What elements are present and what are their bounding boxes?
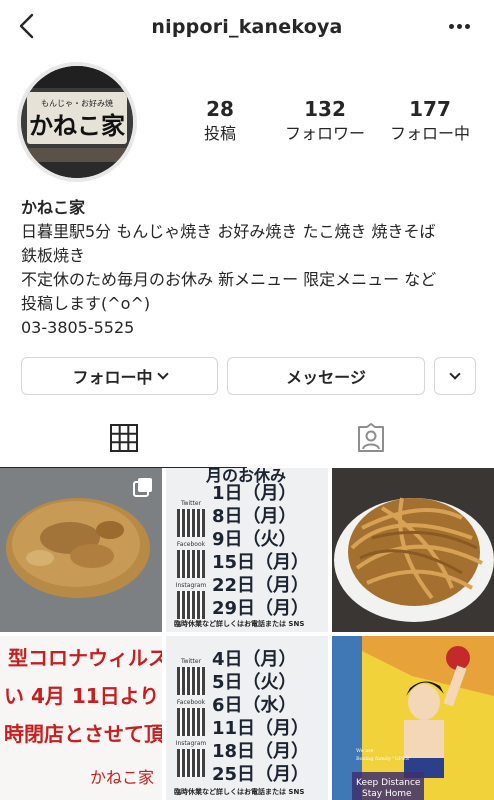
manga-boxer-illustration: We are Boxing family "GPBS" Keep Distanc…	[332, 636, 494, 800]
svg-text:かねこ家: かねこ家	[29, 111, 125, 140]
closed-dates: 4日（月） 5日（火） 6日（水） 11日（月） 18日（月） 25日（月）	[212, 648, 324, 786]
qr-code-icon	[177, 749, 205, 777]
qr-code-icon	[177, 667, 205, 695]
profile-username: nippori_kanekoya	[151, 16, 343, 38]
avatar[interactable]: もんじゃ・お好み焼 かねこ家	[17, 62, 137, 182]
profile-actions: フォロー中 メッセージ	[21, 357, 476, 395]
suggested-accounts-button[interactable]	[434, 357, 476, 395]
profile-tabs	[0, 408, 494, 468]
date-line: 9日（火）	[212, 529, 297, 550]
qr-codes: Twitter Facebook Instagram	[174, 658, 208, 781]
tagged-person-icon	[357, 423, 384, 452]
message-button[interactable]: メッセージ	[227, 357, 425, 395]
qr-label: Instagram	[175, 740, 207, 747]
date-line: 25日（月）	[212, 764, 310, 785]
tab-posts-grid[interactable]	[0, 408, 247, 468]
stat-label: 投稿	[203, 124, 236, 143]
stat-label: フォロワー	[284, 124, 365, 143]
qr-code-icon	[177, 591, 205, 619]
more-horizontal-icon	[448, 23, 454, 29]
qr-label: Facebook	[176, 699, 206, 706]
date-line: 22日（月）	[212, 575, 310, 596]
top-bar: nippori_kanekoya	[0, 0, 494, 52]
qr-code-icon	[177, 708, 205, 736]
qr-label: Instagram	[175, 582, 207, 589]
schedule-image: 月のお休み Twitter Facebook Instagram 1日（月） 8…	[166, 468, 328, 632]
bio-line: 鉄板焼き	[21, 246, 86, 265]
stat-label: フォロー中	[389, 124, 470, 143]
stat-value: 28	[206, 97, 234, 121]
qr-label: Facebook	[176, 541, 206, 548]
chevron-down-icon	[449, 367, 461, 380]
profile-display-name: かねこ家	[21, 198, 86, 217]
tab-tagged[interactable]	[247, 408, 494, 468]
date-line: 15日（月）	[212, 552, 310, 573]
stat-value: 177	[409, 97, 451, 121]
manga-caption: Keep Distance	[356, 778, 421, 788]
manga-text-line: Boxing family "GPBS"	[356, 756, 411, 762]
notice-line: 型コロナウィルス	[8, 646, 162, 670]
schedule-image: Twitter Facebook Instagram 4日（月） 5日（火） 6…	[166, 636, 328, 800]
date-line: 5日（火）	[212, 672, 297, 693]
notice-signature: かねこ家	[89, 768, 154, 787]
post-tile-schedule-1[interactable]: 月のお休み Twitter Facebook Instagram 1日（月） 8…	[166, 468, 328, 632]
profile-bio: かねこ家 日暮里駅5分 もんじゃ焼き お好み焼き たこ焼き 焼きそば 鉄板焼き …	[21, 196, 481, 340]
following-count[interactable]: 177 フォロー中	[380, 97, 480, 147]
date-line: 29日（月）	[212, 598, 310, 619]
qr-codes: Twitter Facebook Instagram	[174, 500, 208, 623]
yakisoba-photo	[332, 468, 494, 632]
post-tile-yakisoba[interactable]	[332, 468, 494, 632]
following-label: フォロー中	[72, 368, 153, 387]
chevron-down-icon	[156, 367, 169, 380]
grid-icon	[109, 424, 138, 452]
qr-code-icon	[177, 509, 205, 537]
bio-line: 日暮里駅5分 もんじゃ焼き お好み焼き たこ焼き 焼きそば	[21, 222, 436, 241]
bio-line: 不定休のため毎月のお休み 新メニュー 限定メニュー など	[21, 270, 437, 289]
avatar-image: もんじゃ・お好み焼 かねこ家	[21, 66, 133, 178]
closed-dates: 1日（月） 8日（月） 9日（火） 15日（月） 22日（月） 29日（月）	[212, 482, 324, 620]
manga-text-line: We are	[356, 748, 374, 754]
post-tile-manga[interactable]: We are Boxing family "GPBS" Keep Distanc…	[332, 636, 494, 800]
svg-text:もんじゃ・お好み焼: もんじゃ・お好み焼	[41, 98, 113, 108]
post-tile-schedule-2[interactable]: Twitter Facebook Instagram 4日（月） 5日（火） 6…	[166, 636, 328, 800]
notice-image: 型コロナウィルス い 4月 11日より 時閉店とさせて頂 かねこ家	[0, 636, 162, 800]
manga-caption: Stay Home	[362, 789, 412, 799]
stat-value: 132	[304, 97, 346, 121]
posts-count[interactable]: 28 投稿	[170, 97, 270, 147]
post-tile-okonomiyaki[interactable]	[0, 468, 162, 632]
date-line: 11日（月）	[212, 718, 310, 739]
more-options-button[interactable]	[446, 16, 472, 36]
following-button[interactable]: フォロー中	[21, 357, 218, 395]
message-label: メッセージ	[286, 368, 366, 387]
posts-grid: 月のお休み Twitter Facebook Instagram 1日（月） 8…	[0, 468, 494, 800]
multiple-images-icon	[133, 478, 152, 497]
date-line: 8日（月）	[212, 506, 297, 527]
bio-phone[interactable]: 03-3805-5525	[21, 316, 481, 340]
date-line: 6日（水）	[212, 695, 297, 716]
bio-line: 投稿します(^o^)	[21, 294, 151, 313]
post-tile-notice[interactable]: 型コロナウィルス い 4月 11日より 時閉店とさせて頂 かねこ家	[0, 636, 162, 800]
notice-line: い 4月 11日より	[4, 684, 160, 708]
qr-label: Twitter	[180, 658, 202, 665]
date-line: 4日（月）	[212, 649, 297, 670]
notice-line: 時閉店とさせて頂	[4, 722, 162, 746]
date-line: 18日（月）	[212, 741, 310, 762]
shop-sign-image: もんじゃ・お好み焼 かねこ家	[21, 66, 133, 178]
profile-stats: 28 投稿 132 フォロワー 177 フォロー中	[170, 97, 480, 147]
date-line: 1日（月）	[212, 483, 297, 504]
schedule-footer: 臨時休業など詳しくはお電話または SNS	[174, 788, 305, 796]
followers-count[interactable]: 132 フォロワー	[275, 97, 375, 147]
qr-code-icon	[177, 550, 205, 578]
schedule-footer: 臨時休業など詳しくはお電話または SNS	[174, 620, 305, 628]
qr-label: Twitter	[180, 500, 202, 507]
